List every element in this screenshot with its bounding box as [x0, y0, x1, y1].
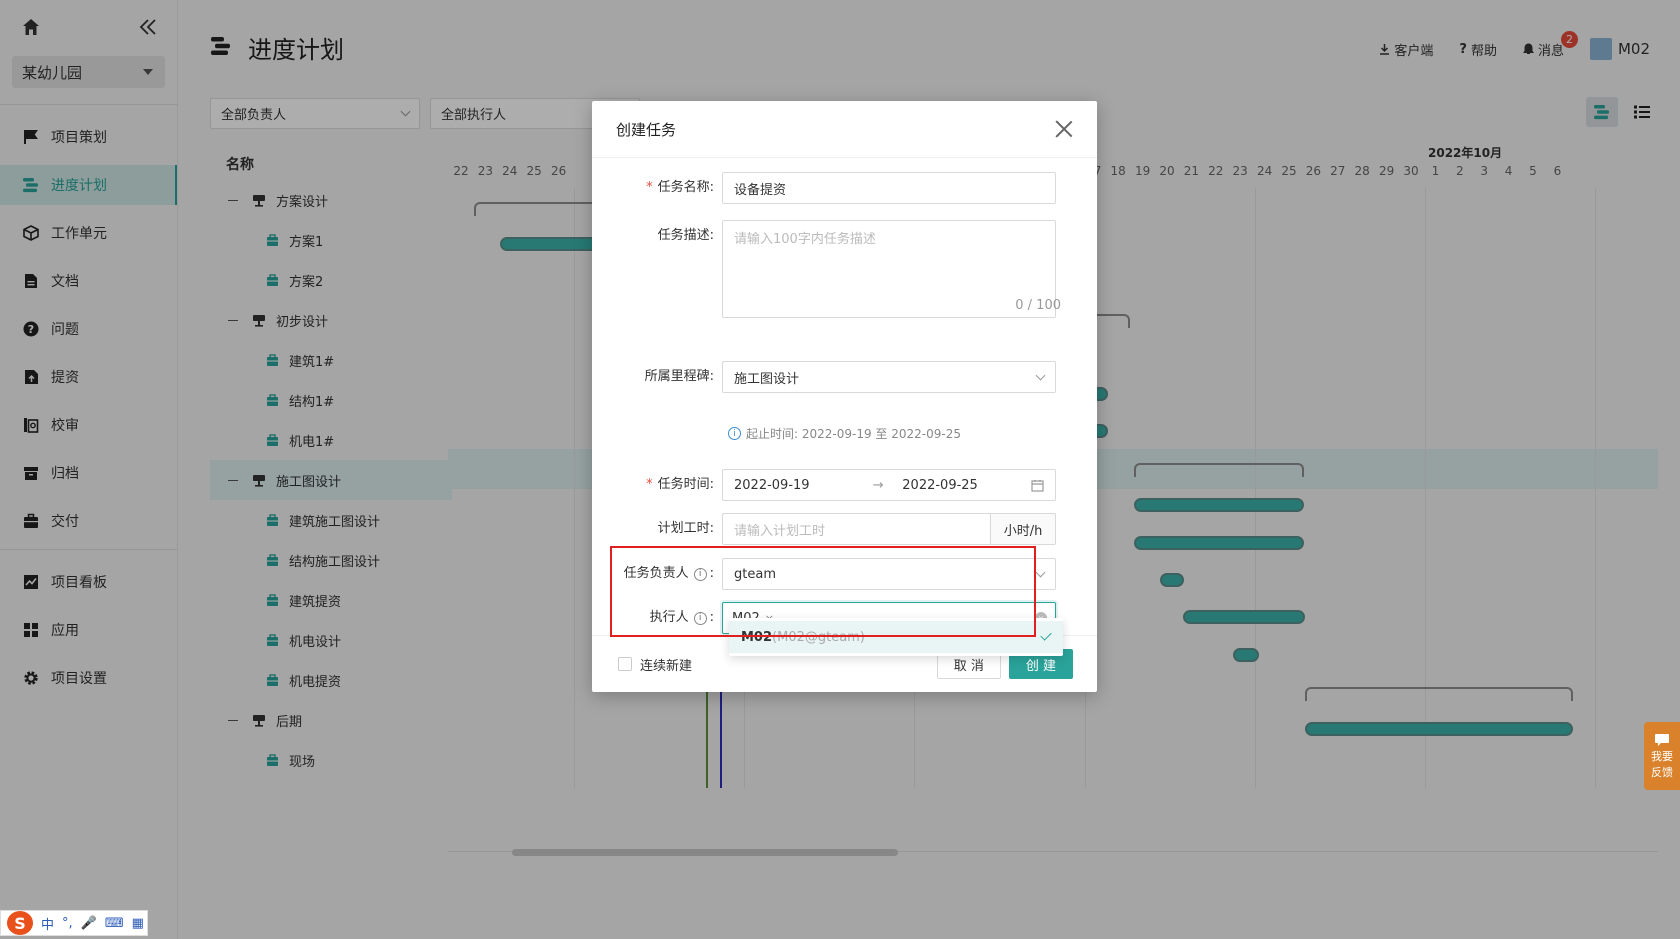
feedback-button[interactable]: 我要 反馈 [1644, 722, 1680, 790]
task-owner-row: 任务负责人 i: gteam [592, 558, 1097, 590]
executor-label-text: 执行人 [649, 610, 689, 625]
continue-create-label: 连续新建 [640, 658, 693, 674]
modal-header: 创建任务 [592, 101, 1097, 157]
calendar-icon [1031, 479, 1044, 492]
info-icon[interactable]: i [693, 567, 707, 581]
task-owner-value: gteam [734, 566, 776, 582]
option-email: (M02@gteam) [772, 629, 865, 645]
task-name-label: * 任务名称: [592, 172, 722, 204]
executor-dropdown: M02(M02@gteam) [729, 618, 1063, 656]
grid-icon[interactable]: ▦ [132, 916, 144, 931]
plan-hours-row: 计划工时: 请输入计划工时 小时/h [592, 513, 1097, 545]
milestone-hint-text: 起止时间: 2022-09-19 至 2022-09-25 [746, 427, 961, 441]
plan-hours-placeholder: 请输入计划工时 [734, 523, 826, 539]
task-name-label-text: 任务名称: [657, 180, 714, 195]
continue-create-checkbox[interactable]: 连续新建 [618, 655, 692, 674]
milestone-hint: i 起止时间: 2022-09-19 至 2022-09-25 [728, 425, 961, 442]
required-mark: * [646, 477, 653, 492]
label-colon: : [709, 566, 714, 581]
punctuation-icon[interactable]: °, [62, 916, 73, 931]
task-desc-label: 任务描述: [657, 228, 714, 243]
executor-label: 执行人 i: [592, 602, 722, 634]
chat-icon [1655, 734, 1669, 746]
info-icon: i [728, 427, 741, 440]
create-task-modal: 创建任务 * 任务名称: 设备提资 任务描述: 请输入100字内任务描述 0 / … [592, 101, 1097, 692]
feedback-line2: 反馈 [1651, 766, 1673, 779]
close-icon[interactable] [1055, 120, 1073, 138]
plan-hours-unit: 小时/h [990, 513, 1056, 545]
plan-hours-label: 计划工时: [657, 521, 714, 536]
label-colon: : [709, 610, 714, 625]
task-time-range-picker[interactable]: 2022-09-19 → 2022-09-25 [722, 469, 1056, 501]
desc-char-count: 0 / 100 [1015, 298, 1061, 313]
chevron-down-icon [1035, 370, 1046, 380]
milestone-select[interactable]: 施工图设计 [722, 361, 1056, 393]
microphone-icon[interactable]: 🎤 [81, 916, 97, 931]
task-time-row: * 任务时间: 2022-09-19 → 2022-09-25 [592, 469, 1097, 501]
task-desc-placeholder: 请输入100字内任务描述 [734, 232, 876, 247]
task-name-value: 设备提资 [734, 182, 787, 198]
executor-option[interactable]: M02(M02@gteam) [729, 621, 1063, 653]
checkbox-box[interactable] [618, 657, 632, 671]
chevron-down-icon [1035, 567, 1046, 577]
check-icon [1040, 629, 1052, 641]
task-name-row: * 任务名称: 设备提资 [592, 172, 1097, 204]
task-owner-label-text: 任务负责人 [623, 566, 689, 581]
task-time-start: 2022-09-19 [734, 477, 810, 493]
milestone-value: 施工图设计 [734, 371, 800, 387]
required-mark: * [646, 180, 653, 195]
task-owner-select[interactable]: gteam [722, 558, 1056, 590]
modal-title: 创建任务 [616, 120, 677, 139]
task-desc-textarea[interactable]: 请输入100字内任务描述 [722, 220, 1056, 318]
ime-chinese-mode[interactable]: 中 [41, 914, 54, 933]
info-icon[interactable]: i [693, 611, 707, 625]
sogou-logo-icon[interactable]: S [7, 911, 33, 935]
range-arrow-icon: → [872, 477, 884, 493]
task-owner-label: 任务负责人 i: [592, 558, 722, 590]
milestone-row: 所属里程碑: 施工图设计 [592, 361, 1097, 393]
task-time-label-text: 任务时间: [657, 477, 714, 492]
milestone-label: 所属里程碑: [644, 369, 714, 384]
plan-hours-input[interactable]: 请输入计划工时 [722, 513, 990, 545]
keyboard-icon[interactable]: ⌨ [105, 916, 124, 931]
task-name-input[interactable]: 设备提资 [722, 172, 1056, 204]
ime-toolbar: S 中 °, 🎤 ⌨ ▦ [0, 910, 148, 936]
task-time-end: 2022-09-25 [902, 477, 978, 493]
option-name: M02 [741, 629, 773, 645]
task-time-label: * 任务时间: [592, 469, 722, 501]
plan-hours-field: 请输入计划工时 小时/h [722, 513, 1056, 545]
feedback-line1: 我要 [1651, 750, 1673, 763]
modal-body: * 任务名称: 设备提资 任务描述: 请输入100字内任务描述 0 / 100 所… [592, 158, 1097, 638]
